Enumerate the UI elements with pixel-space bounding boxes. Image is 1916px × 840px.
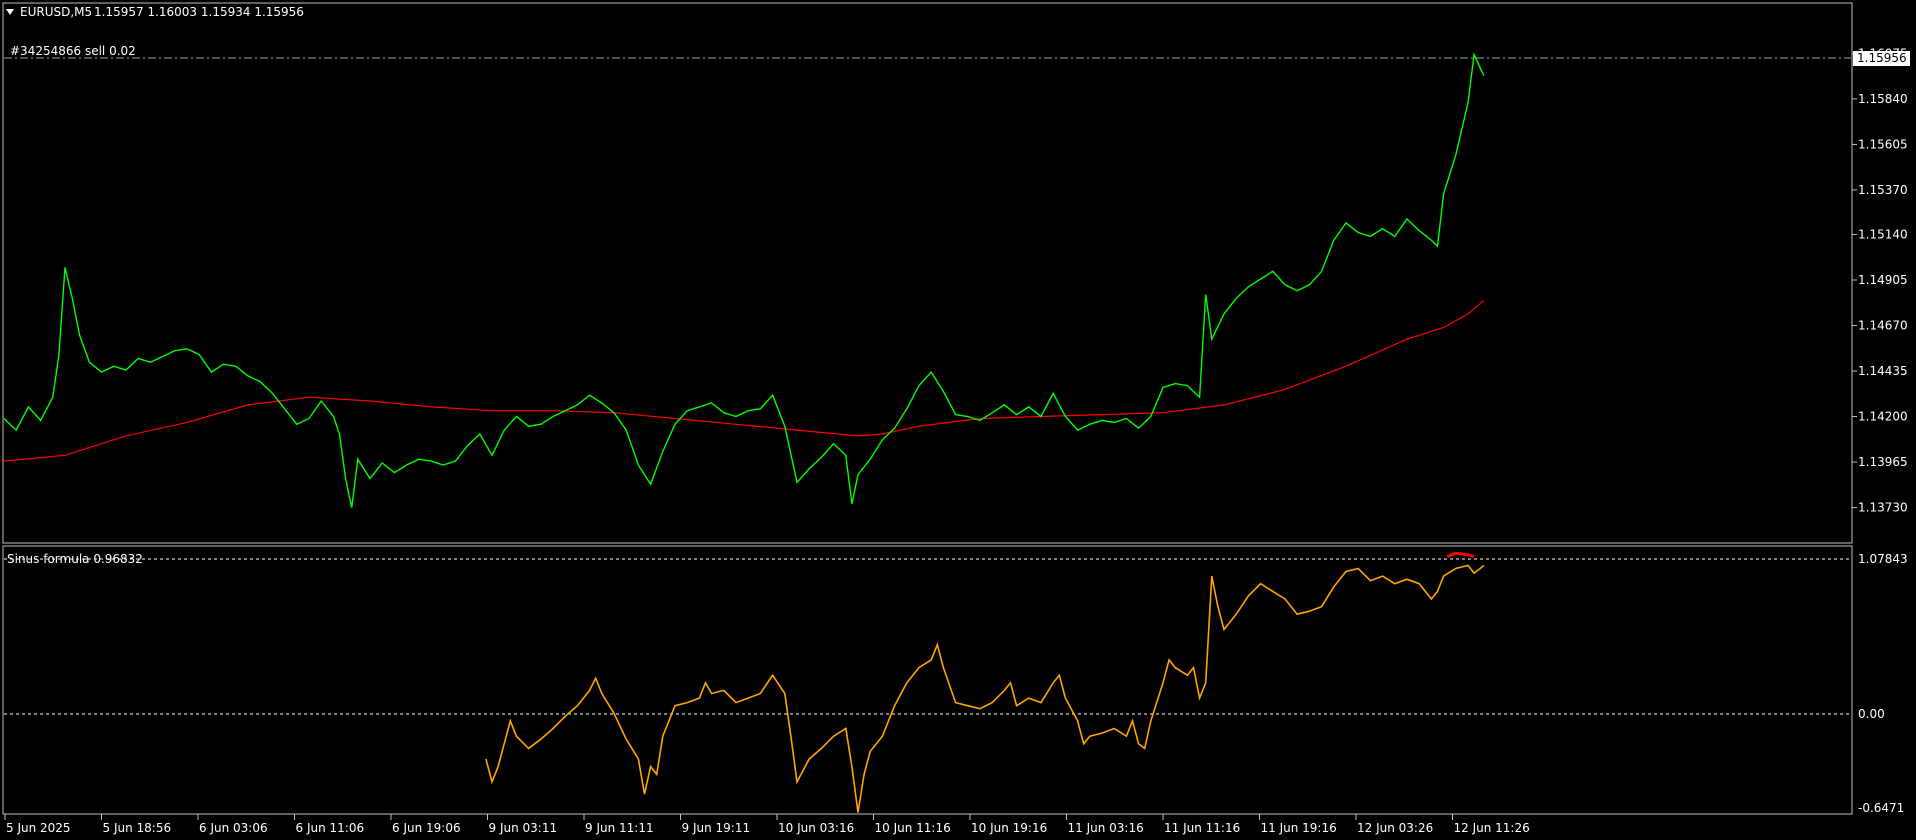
price-axis-label: 1.14435 xyxy=(1858,364,1908,378)
time-axis-label: 9 Jun 11:11 xyxy=(585,821,654,835)
time-axis-label: 6 Jun 03:06 xyxy=(199,821,268,835)
price-axis-label: 1.15140 xyxy=(1858,227,1908,241)
price-axis-label: 1.14670 xyxy=(1858,319,1908,333)
price-axis-label: 1.14200 xyxy=(1858,410,1908,424)
price-axis-label: 1.15370 xyxy=(1858,183,1908,197)
time-axis-label: 11 Jun 03:16 xyxy=(1068,821,1144,835)
time-axis-label: 6 Jun 11:06 xyxy=(296,821,365,835)
time-axis-label: 9 Jun 03:11 xyxy=(489,821,558,835)
time-axis-label: 10 Jun 11:16 xyxy=(875,821,951,835)
indicator-axis-label: 1.07843 xyxy=(1858,552,1908,566)
time-axis-label: 12 Jun 03:26 xyxy=(1357,821,1433,835)
ohlc-values: 1.15957 1.16003 1.15934 1.15956 xyxy=(94,5,304,19)
symbol-label: EURUSD,M5 xyxy=(20,5,92,19)
time-axis-label: 6 Jun 19:06 xyxy=(392,821,461,835)
price-axis-label: 1.14905 xyxy=(1858,273,1908,287)
trade-label: #34254866 sell 0.02 xyxy=(10,44,136,58)
time-axis-label: 5 Jun 18:56 xyxy=(103,821,172,835)
indicator-axis-label: -0.6471 xyxy=(1858,801,1904,815)
time-axis-label: 10 Jun 19:16 xyxy=(971,821,1047,835)
current-price-tag: 1.15956 xyxy=(1857,51,1907,65)
indicator-label: Sinus formula 0.96832 xyxy=(7,552,143,566)
time-axis-label: 11 Jun 19:16 xyxy=(1261,821,1337,835)
time-axis-label: 11 Jun 11:16 xyxy=(1164,821,1240,835)
time-axis-label: 12 Jun 11:26 xyxy=(1454,821,1530,835)
price-axis-label: 1.13965 xyxy=(1858,455,1908,469)
indicator-axis-label: 0.00 xyxy=(1858,707,1885,721)
time-axis-label: 9 Jun 19:11 xyxy=(682,821,751,835)
time-axis-label: 5 Jun 2025 xyxy=(6,821,71,835)
price-axis-label: 1.13730 xyxy=(1858,501,1908,515)
mt4-chart-window[interactable]: EURUSD,M5 1.15957 1.16003 1.15934 1.1595… xyxy=(0,0,1916,840)
price-axis-label: 1.15840 xyxy=(1858,92,1908,106)
price-axis-label: 1.15605 xyxy=(1858,137,1908,151)
time-axis-label: 10 Jun 03:16 xyxy=(778,821,854,835)
